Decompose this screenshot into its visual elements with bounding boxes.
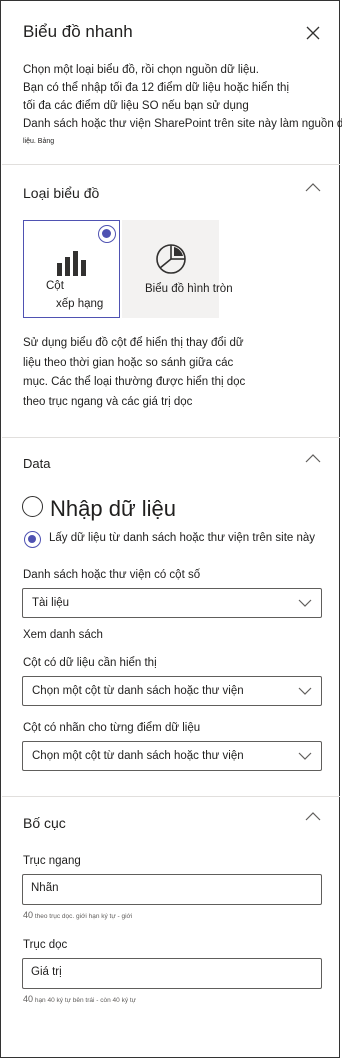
chevron-down-icon	[298, 599, 312, 607]
y-axis-input-box[interactable]	[22, 958, 322, 989]
data-column-label: Cột có dữ liệu cần hiển thị	[23, 657, 157, 669]
label-column-dropdown[interactable]: Chọn một cột từ danh sách hoặc thư viện	[22, 741, 322, 771]
divider	[2, 437, 340, 438]
tile-label: Cột	[46, 280, 64, 292]
list-field-label: Danh sách hoặc thư viện có cột số	[23, 569, 201, 581]
manual-entry-radio[interactable]	[22, 496, 43, 517]
intro-line: Bạn có thể nhập tối đa 12 điểm dữ liệu h…	[23, 82, 289, 94]
chart-type-description: Sử dụng biểu đồ cột để hiển thị thay đổi…	[23, 334, 263, 412]
view-list-link[interactable]: Xem danh sách	[23, 629, 103, 641]
panel-title: Biểu đồ nhanh	[23, 22, 133, 41]
chevron-up-icon	[305, 812, 321, 821]
chevron-up-icon	[305, 454, 321, 463]
chevron-down-icon	[298, 687, 312, 695]
data-column-dropdown[interactable]: Chọn một cột từ danh sách hoặc thư viện	[22, 676, 322, 706]
label-column-label: Cột có nhãn cho từng điểm dữ liệu	[23, 722, 201, 734]
manual-entry-label[interactable]: Nhập dữ liệu	[50, 496, 176, 522]
y-axis-input[interactable]	[31, 966, 311, 978]
radio-dot	[28, 535, 36, 543]
description-line: theo trục ngang và các giá trị dọc	[23, 395, 193, 408]
intro-text: Chọn một loại biểu đồ, rồi chọn nguồn dữ…	[23, 61, 342, 149]
quick-chart-panel: Biểu đồ nhanh Chọn một loại biểu đồ, rồi…	[0, 0, 342, 1058]
collapse-chart-type-button[interactable]	[303, 181, 323, 195]
hint-text: theo trục dọc. giới hạn ký tự - giới	[34, 913, 133, 920]
intro-line: Danh sách hoặc thư viện SharePoint trên …	[23, 118, 342, 130]
bar-chart-icon	[57, 251, 86, 276]
description-line: Sử dụng biểu đồ cột để hiển thị thay đổi…	[23, 337, 244, 349]
intro-line-small: liệu. Bảng	[23, 138, 55, 145]
y-axis-hint: 40 hạn 40 ký tự bên trái - còn 40 ký tự	[23, 994, 136, 1004]
chart-type-pie-tile[interactable]: Biểu đồ hình tròn	[122, 220, 233, 318]
collapse-layout-button[interactable]	[303, 810, 323, 824]
tile-label: Biểu đồ hình tròn	[145, 283, 233, 295]
hint-text: hạn 40 ký tự bên trái - còn 40 ký tự	[34, 997, 137, 1004]
chevron-up-icon	[305, 183, 321, 192]
dropdown-value: Chọn một cột từ danh sách hoặc thư viện	[32, 685, 244, 697]
x-axis-input-box[interactable]	[22, 874, 322, 905]
dropdown-value: Tài liệu	[32, 597, 70, 609]
divider	[2, 164, 340, 165]
close-button[interactable]	[301, 21, 325, 45]
x-axis-label: Trục ngang	[23, 855, 81, 867]
dropdown-value: Chọn một cột từ danh sách hoặc thư viện	[32, 750, 244, 762]
list-source-label[interactable]: Lấy dữ liệu từ danh sách hoặc thư viện t…	[49, 532, 315, 544]
selected-radio-indicator	[98, 225, 116, 243]
description-line: mục. Các thể loại thường được hiển thị d…	[23, 376, 246, 388]
close-icon	[306, 26, 320, 40]
y-axis-label: Trục dọc	[23, 939, 68, 951]
x-axis-input[interactable]	[31, 882, 311, 894]
hint-count: 40	[23, 994, 34, 1004]
collapse-data-button[interactable]	[303, 452, 323, 466]
tile-label: xếp hạng	[56, 298, 104, 310]
description-line: liệu theo thời gian hoặc so sánh giữa cá…	[23, 356, 234, 369]
list-dropdown[interactable]: Tài liệu	[22, 588, 322, 618]
intro-line: tối đa các điểm dữ liệu SO nếu bạn sử dụ…	[23, 100, 249, 112]
pie-chart-icon	[156, 244, 186, 274]
chart-type-section-title: Loại biểu đồ	[23, 185, 100, 201]
hint-count: 40	[23, 910, 34, 920]
divider	[2, 796, 340, 797]
data-section-title: Data	[23, 456, 51, 471]
x-axis-hint: 40 theo trục dọc. giới hạn ký tự - giới	[23, 910, 132, 920]
chevron-down-icon	[298, 752, 312, 760]
chart-type-column-tile[interactable]: Cột xếp hạng	[23, 220, 120, 318]
list-source-radio[interactable]	[24, 531, 41, 548]
radio-dot	[102, 229, 111, 238]
layout-section-title: Bố cục	[23, 815, 66, 831]
intro-line: Chọn một loại biểu đồ, rồi chọn nguồn dữ…	[23, 64, 259, 76]
